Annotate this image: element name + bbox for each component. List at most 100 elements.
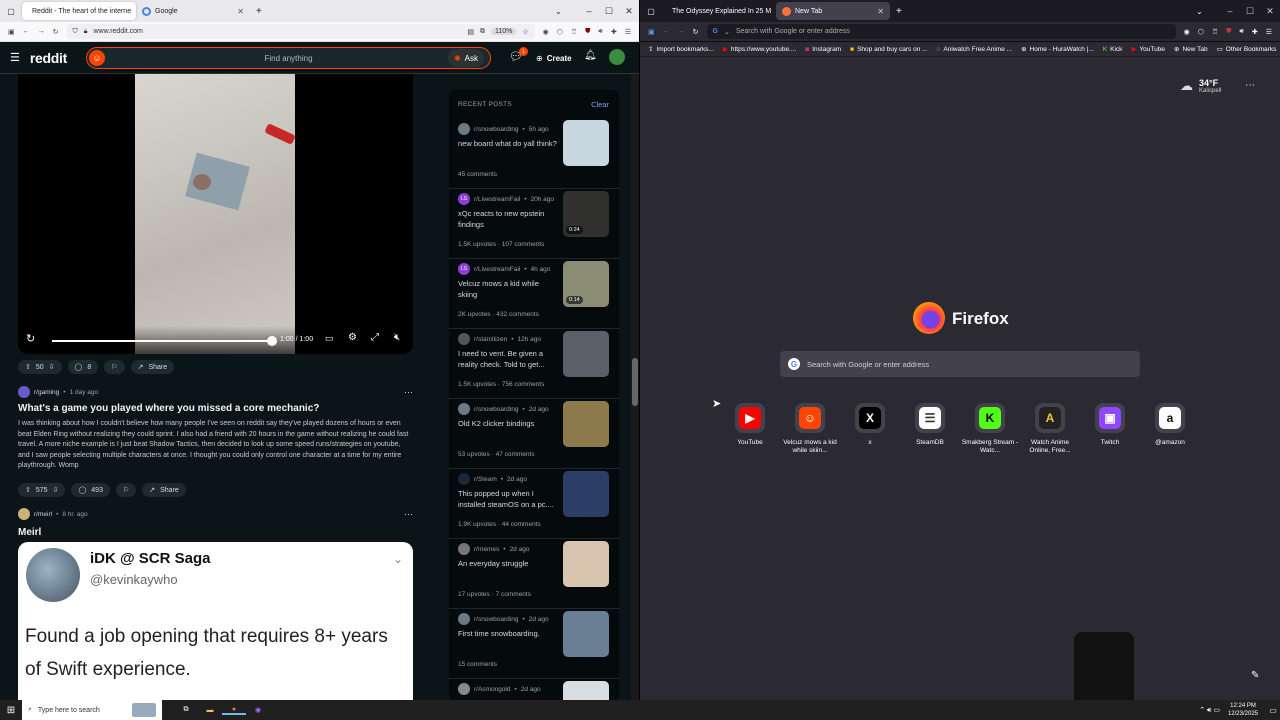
top-site-tile[interactable]: ▶ xyxy=(735,403,765,433)
tab-youtube[interactable]: The Odyssey Explained In 25 M ✕ xyxy=(662,2,776,20)
windows-start-icon[interactable]: ⊞ xyxy=(0,705,22,716)
close-window-icon[interactable]: ✕ xyxy=(1260,6,1280,17)
top-site-shortcut[interactable]: A Watch Anime Online, Free... xyxy=(1020,403,1080,455)
new-tab-icon[interactable]: + xyxy=(256,6,262,17)
video-progress-track[interactable] xyxy=(52,340,272,342)
bookmark-item[interactable]: ▶ YouTube xyxy=(1131,45,1165,54)
chevron-down-icon[interactable]: ⌄ xyxy=(724,28,730,36)
bookmark-star-icon[interactable]: ☆ xyxy=(522,28,528,36)
notification-center-icon[interactable]: ▭ xyxy=(1266,706,1280,715)
address-bar[interactable]: ⛉ 🔒︎ www.reddit.com ▤ ⧉ 110% ☆ xyxy=(66,24,535,39)
clear-button[interactable]: Clear xyxy=(591,100,609,109)
recent-post-item[interactable]: r/snowboarding • 2d ago First time snowboar… xyxy=(449,609,619,679)
extension-icon[interactable]: ⬡ xyxy=(557,28,563,36)
bell-icon[interactable]: 🔔︎ xyxy=(584,50,597,61)
replay-icon[interactable]: ↻ xyxy=(26,332,35,345)
recent-post-subreddit[interactable]: r/snowboarding xyxy=(474,126,518,133)
top-site-tile[interactable]: X xyxy=(855,403,885,433)
post-meirl[interactable]: r/meirl • 8 hr. ago ⋯ Meirl xyxy=(18,508,413,538)
recent-post-subreddit[interactable]: r/LivestreamFail xyxy=(474,196,520,203)
extension-icon[interactable]: ⬡ xyxy=(1198,28,1204,36)
tray-icons[interactable]: ⌃ 🔊︎ ▭ xyxy=(1199,706,1220,715)
extension-icon[interactable]: ♖ xyxy=(571,28,577,36)
recent-post-title[interactable]: This popped up when I installed steamOS … xyxy=(458,488,560,510)
award-button[interactable]: ⚐ xyxy=(104,360,125,374)
bookmark-item[interactable]: ⊕ Home - HuraWatch |... xyxy=(1021,45,1094,54)
upvote-icon[interactable]: ⇧ xyxy=(25,486,31,494)
task-view-icon[interactable]: ⧉ xyxy=(174,706,198,714)
top-site-tile[interactable]: ☺ xyxy=(795,403,825,433)
recent-post-thumbnail[interactable] xyxy=(563,611,609,657)
recent-post-item[interactable]: r/Steam • 2d ago This popped up when I inst… xyxy=(449,469,619,539)
recent-post-thumbnail[interactable] xyxy=(563,681,609,700)
captions-icon[interactable]: ▭ xyxy=(325,333,334,344)
tab-overview-icon[interactable]: ▢ xyxy=(0,7,22,16)
bookmark-item[interactable]: ⇪ Import bookmarks... xyxy=(648,45,714,54)
audio-icon[interactable]: 🔊︎ xyxy=(598,28,602,36)
audio-icon[interactable]: 🔊︎ xyxy=(1239,28,1243,36)
bookmark-item[interactable]: ■ Shop and buy cars on ... xyxy=(850,46,927,53)
mute-icon[interactable]: 🔇︎ xyxy=(394,332,400,343)
tab-reddit[interactable]: Reddit - The heart of the interne ✕ xyxy=(22,2,136,20)
more-options-icon[interactable]: ⋯ xyxy=(404,387,413,398)
top-site-shortcut[interactable]: ☰ SteamDB xyxy=(900,403,960,447)
close-tab-icon[interactable]: ✕ xyxy=(237,7,244,16)
create-button[interactable]: ⊕ Create xyxy=(530,49,578,67)
top-site-tile[interactable]: a xyxy=(1155,403,1185,433)
back-icon[interactable]: ← xyxy=(663,28,670,35)
recent-post-subreddit[interactable]: r/Asmongold xyxy=(474,686,511,693)
search-bar[interactable]: ☺ Find anything ✺ Ask xyxy=(86,47,491,69)
more-options-icon[interactable]: ⋯ xyxy=(404,509,413,520)
minimize-icon[interactable]: – xyxy=(579,6,599,16)
newtab-search-input[interactable]: G Search with Google or enter address xyxy=(780,351,1140,377)
top-site-shortcut[interactable]: a @amazon xyxy=(1140,403,1200,447)
close-tab-icon[interactable]: ✕ xyxy=(877,7,884,16)
recent-post-item[interactable]: r/memes • 2d ago An everyday struggle 17 upv… xyxy=(449,539,619,609)
top-site-shortcut[interactable]: ▣ Twitch xyxy=(1080,403,1140,447)
ask-button[interactable]: ✺ Ask xyxy=(447,49,484,67)
subreddit-avatar[interactable] xyxy=(18,386,30,398)
firefox-taskbar-icon[interactable]: ● xyxy=(222,706,246,715)
recent-post-item[interactable]: r/starcitizen • 12h ago I need to vent. Be … xyxy=(449,329,619,399)
extension-icon[interactable]: ♖ xyxy=(1212,28,1218,36)
reload-icon[interactable]: ↻ xyxy=(53,28,59,36)
sidebar-toggle-icon[interactable]: ▣ xyxy=(8,28,15,36)
video-scrubber-handle[interactable] xyxy=(267,336,277,346)
recent-post-title[interactable]: First time snowboarding. xyxy=(458,628,560,639)
ublock-icon[interactable]: ⛊ xyxy=(585,28,590,36)
extensions-puzzle-icon[interactable]: ✚ xyxy=(1252,28,1258,36)
reddit-logo[interactable]: reddit xyxy=(30,50,67,66)
downvote-icon[interactable]: ⇩ xyxy=(49,363,55,371)
ublock-icon[interactable]: ⛊ xyxy=(1226,28,1231,36)
recent-post-item[interactable]: LS r/LivestreamFail • 20h ago xQc reacts to … xyxy=(449,189,619,259)
customize-pencil-icon[interactable]: ✎ xyxy=(1251,670,1259,681)
recent-post-thumbnail[interactable]: 0:24 xyxy=(563,191,609,237)
tab-new-tab[interactable]: New Tab ✕ xyxy=(776,2,890,20)
forward-icon[interactable]: → xyxy=(38,28,45,35)
post-gaming[interactable]: r/gaming • 1 day ago ⋯ What's a game you… xyxy=(18,386,413,472)
more-options-icon[interactable]: ⋯ xyxy=(1245,80,1255,91)
bookmark-item[interactable]: K Kick xyxy=(1103,46,1123,53)
award-button[interactable]: ⚐ xyxy=(115,483,137,497)
vote-control[interactable]: ⇧ 50 ⇩ xyxy=(18,360,62,374)
recent-post-thumbnail[interactable] xyxy=(563,471,609,517)
recent-post-item[interactable]: r/snowboarding • 2d ago Old K2 clicker bind… xyxy=(449,399,619,469)
clock[interactable]: 12:24 PM 12/23/2025 xyxy=(1228,702,1258,718)
avatar[interactable] xyxy=(609,49,625,65)
top-site-tile[interactable]: K xyxy=(975,403,1005,433)
share-button[interactable]: ↗ Share xyxy=(130,360,175,374)
recent-post-title[interactable]: I need to vent. Be given a reality check… xyxy=(458,348,560,370)
file-explorer-icon[interactable]: ▬ xyxy=(198,707,222,714)
subreddit-name[interactable]: r/meirl xyxy=(34,511,52,518)
close-window-icon[interactable]: ✕ xyxy=(619,6,639,17)
tab-list-icon[interactable]: ⌄ xyxy=(1196,7,1220,16)
forward-icon[interactable]: → xyxy=(678,28,685,35)
recent-post-item[interactable]: r/snowboarding • 5h ago new board what do y… xyxy=(449,119,619,189)
extensions-puzzle-icon[interactable]: ✚ xyxy=(611,28,617,36)
upvote-icon[interactable]: ⇧ xyxy=(25,363,31,371)
maximize-icon[interactable]: ☐ xyxy=(1240,6,1260,17)
top-site-tile[interactable]: ☰ xyxy=(915,403,945,433)
pip-icon[interactable]: ⧉ xyxy=(480,28,485,36)
reload-icon[interactable]: ↻ xyxy=(693,28,699,36)
bookmark-item[interactable]: ◙ Instagram xyxy=(805,46,841,53)
